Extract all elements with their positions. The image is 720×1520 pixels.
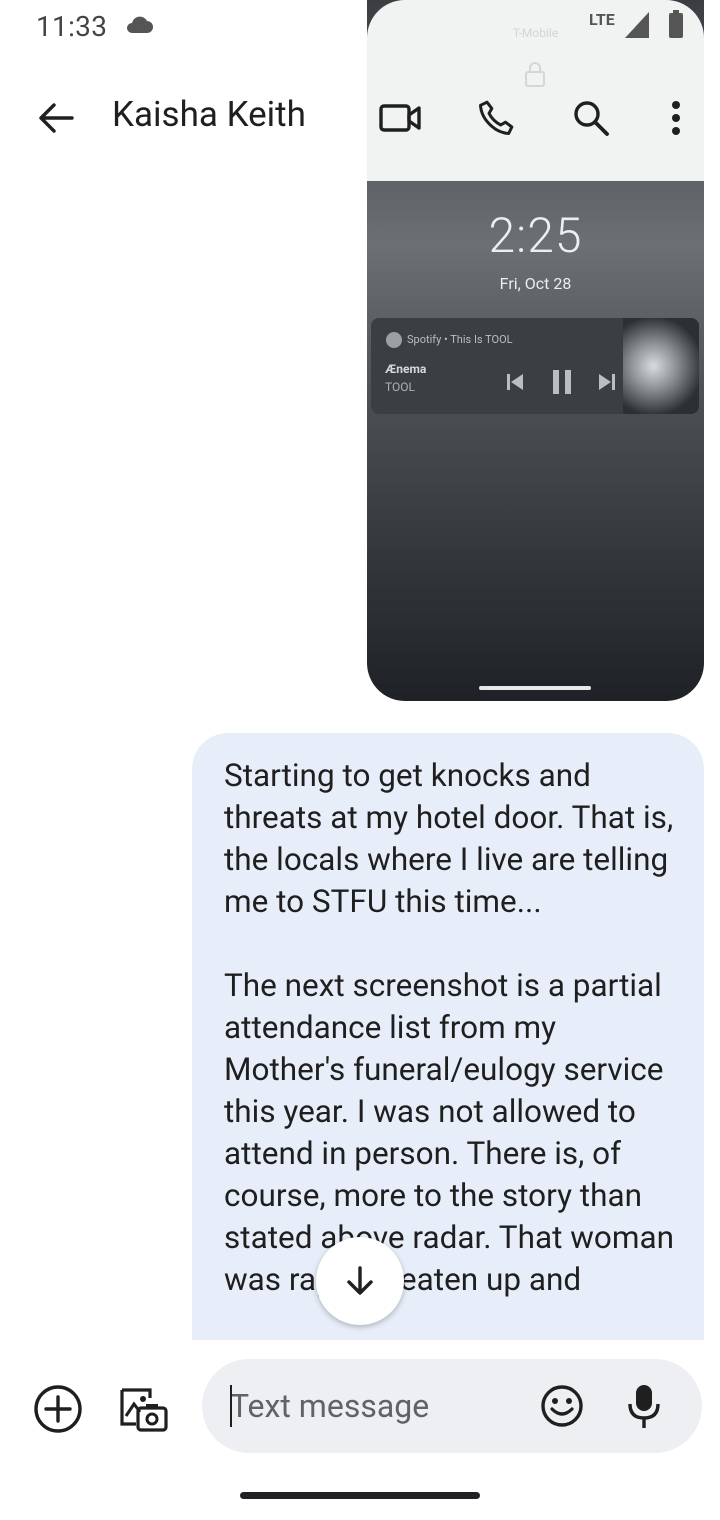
gesture-navigation-bar[interactable] bbox=[240, 1492, 480, 1499]
more-options-button[interactable] bbox=[648, 90, 704, 146]
skip-next-icon bbox=[599, 374, 615, 390]
voice-input-button[interactable] bbox=[626, 1382, 662, 1430]
text-cursor bbox=[230, 1385, 232, 1427]
album-art bbox=[623, 318, 699, 414]
message-input[interactable] bbox=[230, 1359, 530, 1453]
attachment-carrier: T-Mobile bbox=[512, 26, 559, 40]
search-button[interactable] bbox=[563, 90, 619, 146]
media-track-title: Ænema bbox=[385, 362, 427, 376]
cloud-icon bbox=[127, 16, 153, 33]
media-artist: TOOL bbox=[385, 380, 415, 394]
gallery-camera-button[interactable] bbox=[114, 1380, 170, 1436]
emoji-button[interactable] bbox=[538, 1382, 586, 1430]
lock-icon bbox=[525, 62, 545, 87]
attachment-clock: 2:25 bbox=[488, 207, 583, 264]
contact-name[interactable]: Kaisha Keith bbox=[112, 94, 306, 135]
media-source: Spotify • This Is TOOL bbox=[407, 333, 513, 346]
video-call-button[interactable] bbox=[372, 90, 428, 146]
back-arrow-icon bbox=[39, 103, 74, 133]
media-notification: Spotify • This Is TOOL Ænema TOOL bbox=[371, 318, 699, 414]
spotify-icon bbox=[386, 332, 402, 348]
scroll-to-bottom-button[interactable] bbox=[316, 1237, 404, 1325]
search-icon bbox=[574, 101, 609, 136]
phone-icon bbox=[479, 100, 514, 135]
attachment-network-label: LTE bbox=[589, 10, 615, 29]
add-attachment-button[interactable] bbox=[32, 1383, 84, 1435]
arrow-down-icon bbox=[347, 1266, 373, 1295]
phone-call-button[interactable] bbox=[468, 90, 524, 146]
skip-previous-icon bbox=[507, 374, 523, 390]
message-text: Starting to get knocks and threats at my… bbox=[224, 757, 674, 1298]
back-button[interactable] bbox=[30, 92, 82, 144]
attachment-home-indicator bbox=[479, 686, 591, 690]
battery-icon bbox=[669, 10, 683, 38]
signal-icon bbox=[625, 12, 649, 38]
video-call-icon bbox=[379, 104, 421, 132]
pause-icon bbox=[553, 370, 571, 394]
status-time: 11:33 bbox=[36, 10, 108, 43]
attachment-date: Fri, Oct 28 bbox=[499, 274, 572, 293]
more-vert-icon bbox=[672, 101, 680, 135]
